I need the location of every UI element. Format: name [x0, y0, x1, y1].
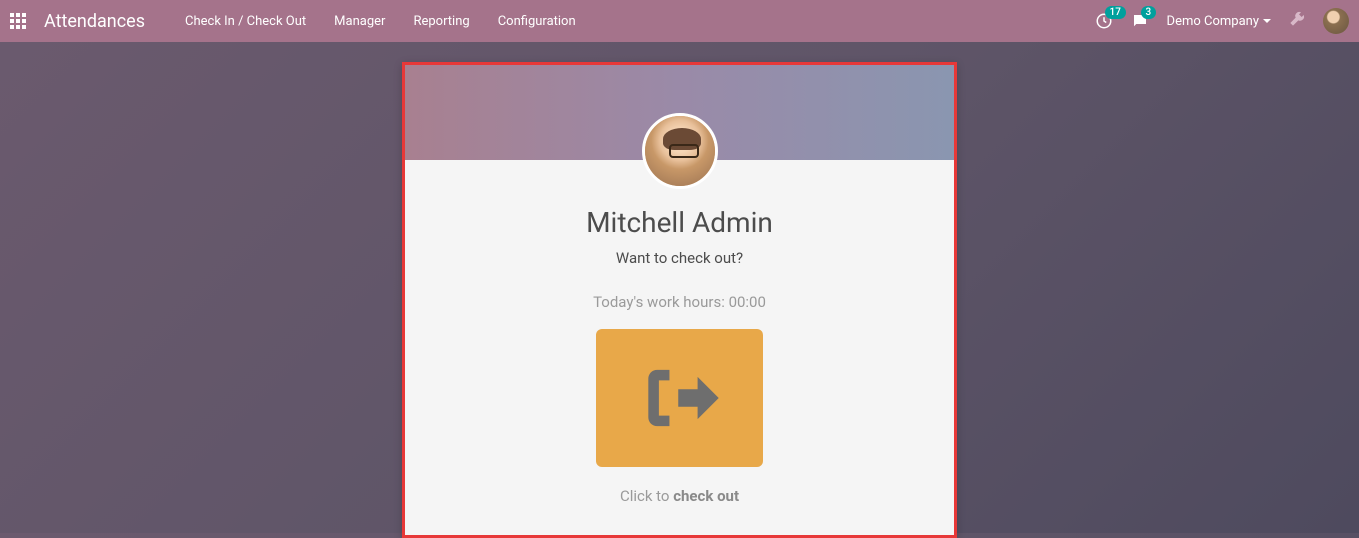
nav-manager[interactable]: Manager	[334, 14, 385, 29]
nav-right: 17 3 Demo Company	[1095, 8, 1349, 34]
employee-name: Mitchell Admin	[435, 206, 924, 239]
navbar: Attendances Check In / Check Out Manager…	[0, 0, 1359, 42]
work-hours: Today's work hours: 00:00	[435, 293, 924, 311]
debug-icon[interactable]	[1289, 11, 1305, 31]
user-menu[interactable]	[1323, 8, 1349, 34]
app-brand[interactable]: Attendances	[44, 11, 145, 32]
caret-down-icon	[1263, 19, 1271, 23]
hours-value: 00:00	[729, 293, 766, 311]
messages-button[interactable]: 3	[1131, 12, 1149, 30]
avatar-icon	[1323, 8, 1349, 34]
hours-label: Today's work hours:	[593, 293, 729, 311]
apps-icon[interactable]	[10, 13, 26, 29]
activities-badge: 17	[1105, 6, 1126, 19]
nav-reporting[interactable]: Reporting	[413, 14, 469, 29]
click-hint: Click to check out	[435, 487, 924, 505]
card-header	[405, 65, 954, 160]
company-label: Demo Company	[1167, 14, 1259, 29]
employee-avatar	[642, 113, 718, 189]
nav-checkin[interactable]: Check In / Check Out	[185, 14, 306, 29]
hint-action: check out	[673, 487, 739, 505]
nav-links: Check In / Check Out Manager Reporting C…	[185, 14, 1095, 29]
company-selector[interactable]: Demo Company	[1167, 14, 1271, 29]
attendance-card: Mitchell Admin Want to check out? Today'…	[402, 62, 957, 538]
hint-prefix: Click to	[620, 487, 673, 505]
main-area: Mitchell Admin Want to check out? Today'…	[0, 42, 1359, 538]
checkout-button[interactable]	[596, 329, 763, 467]
nav-configuration[interactable]: Configuration	[498, 14, 576, 29]
activities-button[interactable]: 17	[1095, 12, 1113, 30]
sign-out-icon	[636, 354, 724, 442]
card-body: Mitchell Admin Want to check out? Today'…	[405, 160, 954, 535]
wrench-icon	[1289, 11, 1305, 27]
checkout-prompt: Want to check out?	[435, 249, 924, 267]
messages-badge: 3	[1141, 6, 1157, 19]
